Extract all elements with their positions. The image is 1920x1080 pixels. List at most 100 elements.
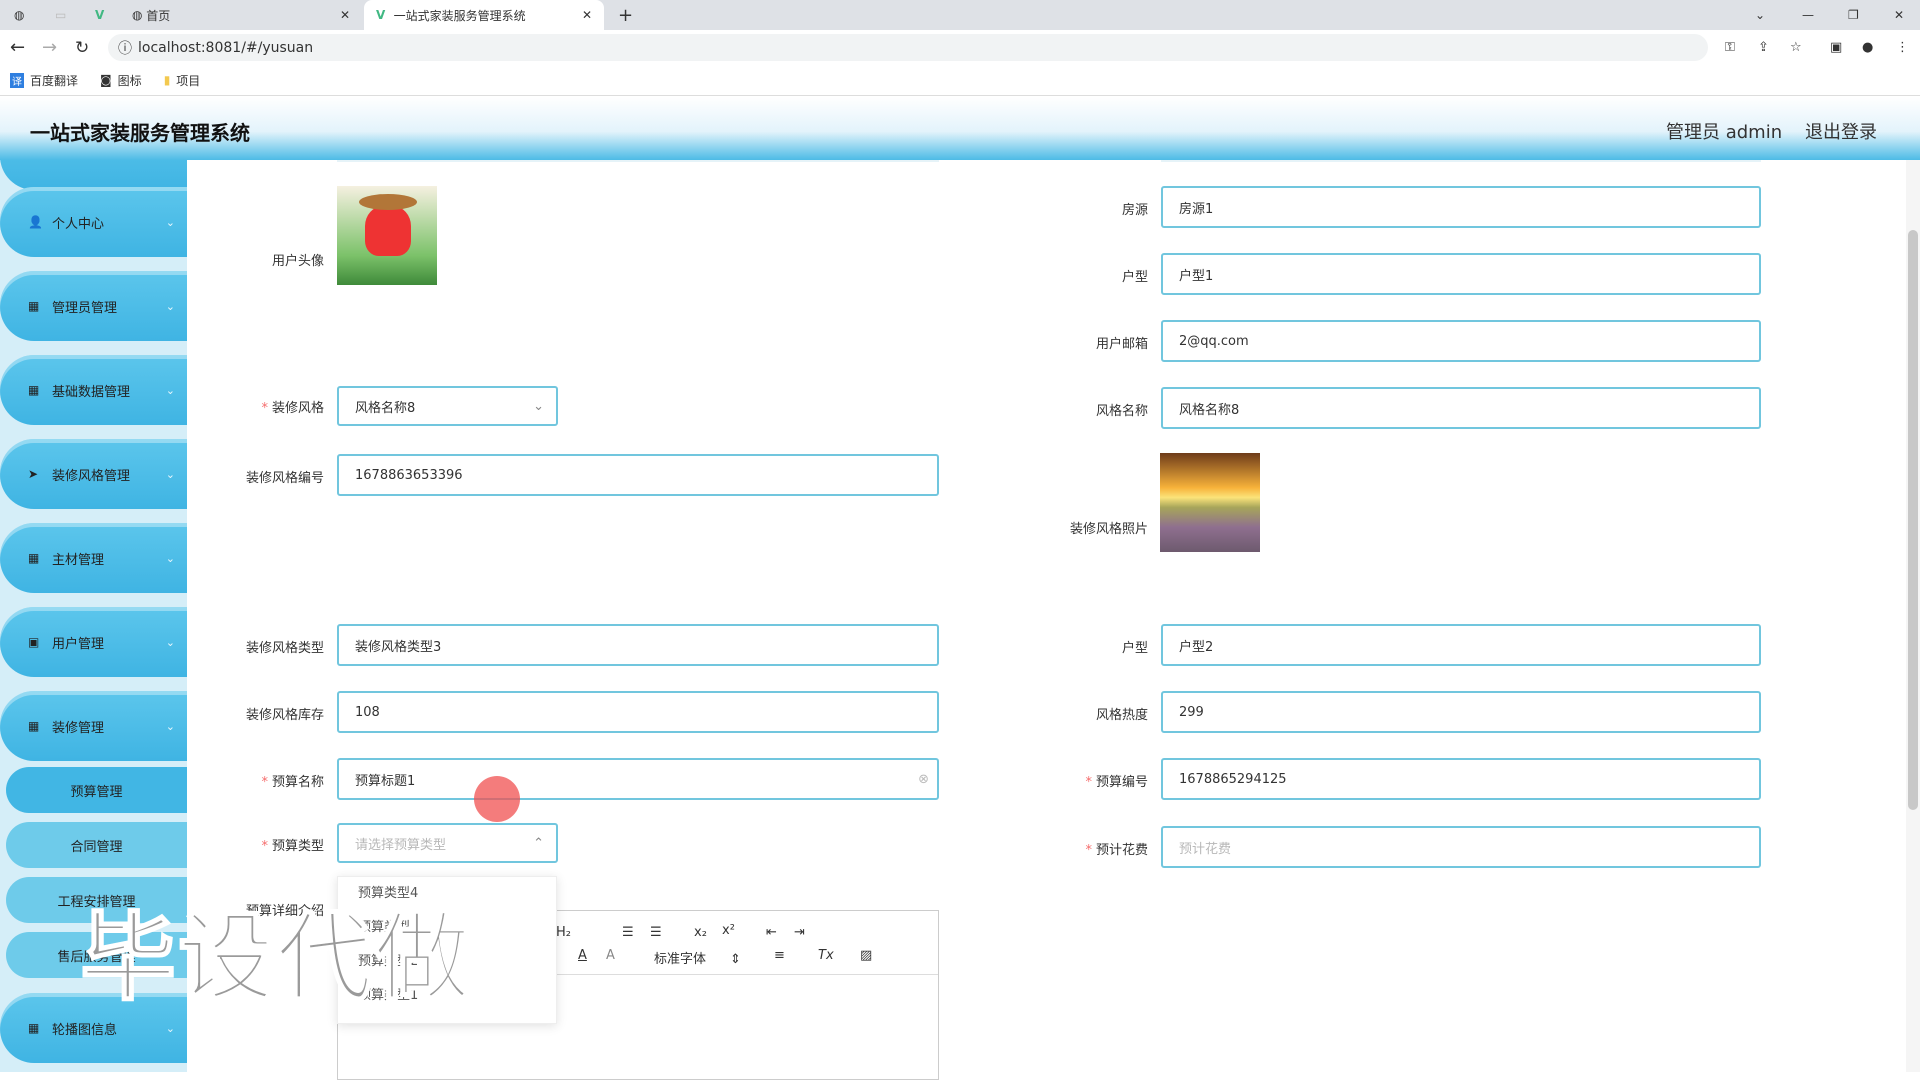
sidepanel-icon[interactable]: ▣: [1830, 40, 1842, 55]
style-name-label: 风格名称: [1095, 404, 1148, 419]
sidebar-item-decoration[interactable]: ▦ 装修管理 ⌄: [0, 691, 187, 761]
cost-field[interactable]: 预计花费: [1161, 826, 1761, 868]
image-button[interactable]: ▨: [860, 948, 872, 963]
bullet-list-button[interactable]: ☰: [650, 925, 662, 940]
style-type-field[interactable]: 装修风格类型3: [337, 624, 939, 666]
back-icon[interactable]: ←: [10, 37, 25, 58]
chevron-down-icon: ⌄: [165, 215, 175, 229]
subscript-button[interactable]: x₂: [694, 925, 707, 940]
cartoon-hat: [359, 194, 417, 210]
user-avatar-image[interactable]: [337, 186, 437, 285]
tab-home[interactable]: ◍ 首页 ✕: [132, 0, 362, 30]
grid-icon: ▦: [28, 299, 40, 313]
clear-format-button[interactable]: Tx: [818, 948, 834, 963]
vue-tab-icon[interactable]: V: [95, 0, 104, 30]
sidebar-item-material[interactable]: ▦ 主材管理 ⌄: [0, 523, 187, 593]
blank-tab[interactable]: ▭: [55, 0, 66, 30]
sidebar-item-admin[interactable]: ▦ 管理员管理 ⌄: [0, 271, 187, 341]
reload-icon[interactable]: ↻: [75, 38, 89, 58]
globe-icon: ◍: [132, 8, 147, 22]
grid-icon: ▦: [28, 383, 40, 397]
sidebar-item-top[interactable]: [0, 160, 187, 190]
stock-label: 装修风格库存: [245, 708, 324, 723]
style-label: * 装修风格: [261, 401, 324, 416]
trash-icon: ▣: [28, 635, 40, 649]
outdent-button[interactable]: ⇤: [766, 925, 777, 940]
star-icon[interactable]: ☆: [1790, 40, 1802, 55]
email-field[interactable]: 2@qq.com: [1161, 320, 1761, 362]
style-photo-image[interactable]: [1160, 453, 1260, 552]
click-indicator: [474, 776, 520, 822]
budget-no-label: * 预算编号: [1085, 775, 1148, 790]
style-name-field[interactable]: 风格名称8: [1161, 387, 1761, 429]
budget-name-label: * 预算名称: [261, 775, 324, 790]
background-color-button[interactable]: A: [606, 948, 615, 963]
app-title: 一站式家装服务管理系统: [30, 121, 250, 145]
address-bar-row: ← → ↻ ⓘ localhost:8081/#/yusuan ⚿ ⇪ ☆ ▣ ●…: [0, 30, 1920, 65]
bookmark-baidu-translate[interactable]: 译百度翻译: [10, 72, 78, 89]
style-select[interactable]: 风格名称8 ⌄: [337, 386, 558, 426]
prev-input-edge: [337, 160, 939, 162]
budget-type-select[interactable]: 请选择预算类型 ⌃: [337, 823, 558, 863]
new-tab-button[interactable]: +: [618, 0, 633, 30]
scrollbar-thumb[interactable]: [1908, 230, 1918, 810]
font-select[interactable]: 标准字体 ⇕: [654, 948, 741, 967]
chevron-down-icon: ⌄: [165, 1021, 175, 1035]
current-user: 管理员 admin: [1666, 122, 1783, 143]
bookmark-icons[interactable]: ◙ 图标: [100, 72, 142, 89]
app-header: 一站式家装服务管理系统 管理员 admin 退出登录: [0, 97, 1920, 160]
style-photo-label: 装修风格照片: [1069, 522, 1148, 537]
globe-tab-icon[interactable]: ◍: [14, 0, 24, 30]
indent-button[interactable]: ⇥: [794, 925, 805, 940]
style-type-label: 装修风格类型: [245, 641, 324, 656]
share-icon[interactable]: ⇪: [1758, 40, 1769, 55]
key-icon[interactable]: ⚿: [1725, 40, 1735, 55]
minimize-button[interactable]: —: [1802, 0, 1814, 30]
chevron-up-icon: ⌃: [533, 835, 544, 851]
font-color-button[interactable]: A: [578, 948, 587, 963]
ordered-list-button[interactable]: ☰: [622, 925, 634, 940]
chevron-down-icon: ⌄: [533, 398, 544, 414]
align-button[interactable]: ≡: [774, 948, 785, 963]
forward-icon[interactable]: →: [42, 37, 57, 58]
user-icon: 👤: [28, 215, 43, 229]
tab-list-icon[interactable]: ⌄: [1755, 0, 1765, 30]
restore-button[interactable]: ❐: [1848, 0, 1859, 30]
profile-icon[interactable]: ●: [1862, 40, 1873, 55]
style-no-label: 装修风格编号: [245, 471, 324, 486]
translate-icon: 译: [10, 72, 24, 88]
cartoon-figure: [365, 206, 411, 256]
h2-button[interactable]: H₂: [556, 925, 571, 940]
close-window-button[interactable]: ✕: [1894, 0, 1904, 30]
email-label: 用户邮箱: [1095, 337, 1148, 352]
close-tab-icon[interactable]: ✕: [340, 8, 350, 22]
close-tab-icon[interactable]: ✕: [582, 8, 592, 22]
menu-icon[interactable]: ⋮: [1896, 40, 1909, 55]
cost-label: * 预计花费: [1085, 843, 1148, 858]
sidebar-item-personal[interactable]: 👤 个人中心 ⌄: [0, 187, 187, 257]
fangyuan-field[interactable]: 房源1: [1161, 186, 1761, 228]
bookmark-project[interactable]: ▮ 项目: [164, 72, 201, 89]
huxing-field[interactable]: 户型1: [1161, 253, 1761, 295]
url-input[interactable]: ⓘ localhost:8081/#/yusuan: [108, 34, 1708, 61]
chevron-down-icon: ⌄: [165, 551, 175, 565]
updown-icon: ⇕: [730, 952, 741, 967]
clear-icon[interactable]: ⊗: [918, 772, 929, 787]
style-no-field[interactable]: 1678863653396: [337, 454, 939, 496]
logout-link[interactable]: 退出登录: [1805, 118, 1877, 144]
budget-no-field[interactable]: 1678865294125: [1161, 758, 1761, 800]
huxing-label: 户型: [1121, 270, 1148, 285]
fangyuan-label: 房源: [1121, 203, 1148, 218]
info-icon: ⓘ: [118, 40, 132, 57]
huxing2-field[interactable]: 户型2: [1161, 624, 1761, 666]
huxing2-label: 户型: [1121, 641, 1148, 656]
stock-field[interactable]: 108: [337, 691, 939, 733]
budget-name-field[interactable]: 预算标题1 ⊗: [337, 758, 939, 800]
avatar-label: 用户头像: [271, 254, 324, 269]
chevron-down-icon: ⌄: [165, 299, 175, 313]
superscript-button[interactable]: x²: [722, 923, 735, 938]
flag-icon: ◙: [100, 73, 112, 87]
tab-system[interactable]: V 一站式家装服务管理系统 ✕: [364, 0, 604, 30]
heat-field[interactable]: 299: [1161, 691, 1761, 733]
heat-label: 风格热度: [1095, 708, 1148, 723]
